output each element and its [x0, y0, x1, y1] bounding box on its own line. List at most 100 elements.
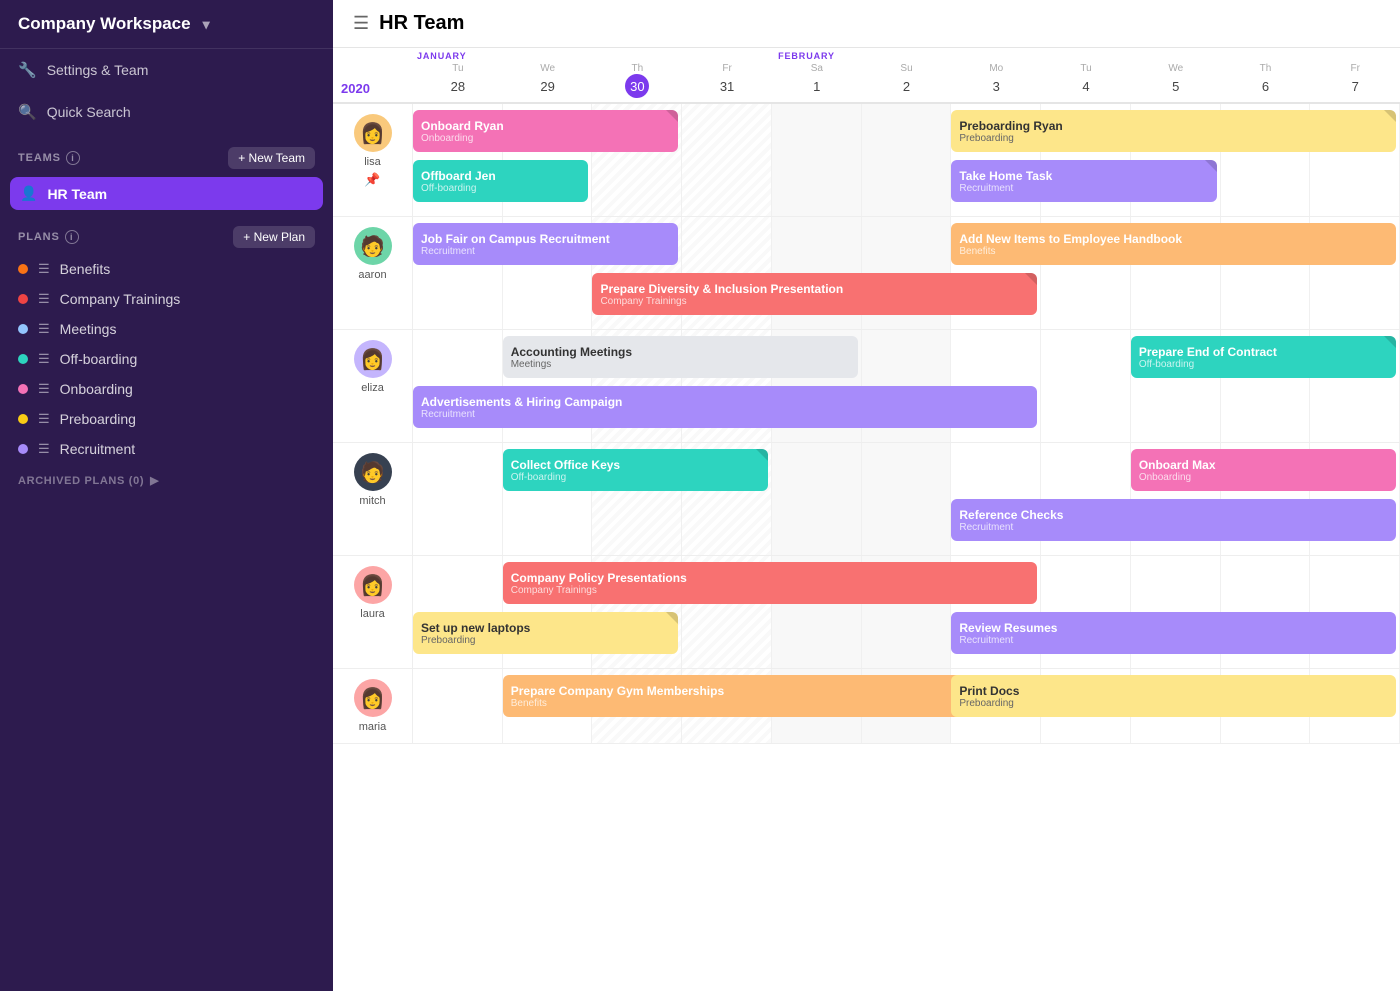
search-icon: 🔍: [18, 103, 37, 121]
task-bar-prepare-end-of-contract[interactable]: Prepare End of Contract Off-boarding: [1131, 336, 1396, 378]
hr-team-item[interactable]: 👤 HR Team: [10, 177, 323, 210]
corner-marker: [666, 110, 678, 122]
task-bar-onboard-max[interactable]: Onboard Max Onboarding: [1131, 449, 1396, 491]
teams-info-icon[interactable]: i: [66, 151, 80, 165]
task-title: Prepare Diversity & Inclusion Presentati…: [600, 282, 1029, 296]
main-header: ☰ HR Team: [333, 0, 1400, 48]
person-row-laura: 👩 laura Company Policy Presentations Com…: [333, 556, 1400, 669]
chevron-right-icon: ▶: [150, 474, 159, 487]
task-bar-offboard-jen[interactable]: Offboard Jen Off-boarding: [413, 160, 588, 202]
day-num: 6: [1253, 74, 1277, 98]
task-bar-reference-checks[interactable]: Reference Checks Recruitment: [951, 499, 1396, 541]
task-bar-add-new-items-to-employee-hand[interactable]: Add New Items to Employee Handbook Benef…: [951, 223, 1396, 265]
task-bar-job-fair-on-campus-recruitment[interactable]: Job Fair on Campus Recruitment Recruitme…: [413, 223, 678, 265]
person-name-mitch: mitch: [359, 495, 385, 507]
new-plan-button[interactable]: + New Plan: [233, 226, 315, 248]
plan-item-recruitment[interactable]: ☰ Recruitment: [0, 434, 333, 464]
task-plan: Company Trainings: [600, 296, 1029, 307]
task-plan: Recruitment: [959, 183, 1208, 194]
day-cell-2: Th 30: [592, 61, 682, 102]
settings-icon: 🔧: [18, 61, 37, 79]
day-cell-6: Mo 3: [951, 61, 1041, 102]
quick-search-label: Quick Search: [47, 104, 131, 120]
person-name-aaron: aaron: [358, 269, 386, 281]
plans-list: ☰ Benefits ☰ Company Trainings ☰ Meeting…: [0, 254, 333, 464]
person-name-laura: laura: [360, 608, 384, 620]
task-bar-print-docs[interactable]: Print Docs Preboarding: [951, 675, 1396, 717]
task-plan: Recruitment: [421, 409, 1029, 420]
main-content: ☰ HR Team 2020 JANUARYFEBRUARY Tu 28 We …: [333, 0, 1400, 991]
chevron-down-icon: ▾: [203, 16, 210, 33]
task-title: Prepare End of Contract: [1139, 345, 1388, 359]
plan-name: Company Trainings: [60, 291, 181, 307]
new-team-button[interactable]: + New Team: [228, 147, 315, 169]
pin-icon: 📌: [364, 172, 380, 188]
plan-icon: ☰: [38, 351, 50, 367]
day-cell-8: We 5: [1131, 61, 1221, 102]
day-name: We: [1133, 63, 1219, 74]
archived-plans-item[interactable]: ARCHIVED PLANS (0) ▶: [0, 464, 333, 497]
task-bar-preboarding-ryan[interactable]: Preboarding Ryan Preboarding: [951, 110, 1396, 152]
plan-icon: ☰: [38, 381, 50, 397]
plan-item-onboarding[interactable]: ☰ Onboarding: [0, 374, 333, 404]
task-bar-take-home-task[interactable]: Take Home Task Recruitment: [951, 160, 1216, 202]
workspace-header[interactable]: Company Workspace ▾: [0, 0, 333, 49]
task-bar-company-policy-presentations[interactable]: Company Policy Presentations Company Tra…: [503, 562, 1037, 604]
corner-marker: [1205, 160, 1217, 172]
overlay-aaron: Job Fair on Campus Recruitment Recruitme…: [413, 217, 1400, 329]
task-plan: Preboarding: [959, 133, 1388, 144]
plan-name: Meetings: [60, 321, 117, 337]
task-plan: Company Trainings: [511, 585, 1029, 596]
task-title: Advertisements & Hiring Campaign: [421, 395, 1029, 409]
plan-item-preboarding[interactable]: ☰ Preboarding: [0, 404, 333, 434]
menu-icon[interactable]: ☰: [353, 13, 369, 34]
plan-item-benefits[interactable]: ☰ Benefits: [0, 254, 333, 284]
calendar-wrapper[interactable]: 2020 JANUARYFEBRUARY Tu 28 We 29 Th 30 F…: [333, 48, 1400, 991]
plans-label: PLANS: [18, 231, 60, 243]
day-num: 2: [895, 74, 919, 98]
plan-item-company-trainings[interactable]: ☰ Company Trainings: [0, 284, 333, 314]
task-bar-set-up-new-laptops[interactable]: Set up new laptops Preboarding: [413, 612, 678, 654]
plan-dot: [18, 324, 28, 334]
task-bar-prepare-diversity-&-inclusion-[interactable]: Prepare Diversity & Inclusion Presentati…: [592, 273, 1037, 315]
task-bar-review-resumes[interactable]: Review Resumes Recruitment: [951, 612, 1396, 654]
day-num: 3: [984, 74, 1008, 98]
task-title: Offboard Jen: [421, 169, 580, 183]
task-title: Print Docs: [959, 684, 1388, 698]
settings-team-item[interactable]: 🔧 Settings & Team: [0, 49, 333, 91]
plan-item-offboarding[interactable]: ☰ Off-boarding: [0, 344, 333, 374]
task-bar-accounting-meetings[interactable]: Accounting Meetings Meetings: [503, 336, 858, 378]
task-plan: Off-boarding: [421, 183, 580, 194]
tasks-col-mitch: Collect Office Keys Off-boarding Onboard…: [413, 443, 1400, 555]
overlay-eliza: Accounting Meetings Meetings Prepare End…: [413, 330, 1400, 442]
overlay-maria: Prepare Company Gym Memberships Benefits…: [413, 669, 1400, 743]
task-title: Accounting Meetings: [511, 345, 850, 359]
overlay-mitch: Collect Office Keys Off-boarding Onboard…: [413, 443, 1400, 555]
avatar-mitch: 🧑: [354, 453, 392, 491]
plan-icon: ☰: [38, 261, 50, 277]
plan-name: Recruitment: [60, 441, 135, 457]
corner-marker: [666, 612, 678, 624]
task-plan: Off-boarding: [1139, 359, 1388, 370]
quick-search-item[interactable]: 🔍 Quick Search: [0, 91, 333, 133]
task-bar-collect-office-keys[interactable]: Collect Office Keys Off-boarding: [503, 449, 768, 491]
person-name-maria: maria: [359, 721, 387, 733]
plan-dot: [18, 264, 28, 274]
task-title: Add New Items to Employee Handbook: [959, 232, 1388, 246]
task-title: Preboarding Ryan: [959, 119, 1388, 133]
page-title: HR Team: [379, 12, 464, 35]
day-cell-7: Tu 4: [1041, 61, 1131, 102]
task-plan: Onboarding: [421, 133, 670, 144]
task-bar-onboard-ryan[interactable]: Onboard Ryan Onboarding: [413, 110, 678, 152]
plans-info-icon[interactable]: i: [65, 230, 79, 244]
plan-dot: [18, 384, 28, 394]
calendar-body: 👩 lisa 📌 Onboard Ryan Onboarding Preboar…: [333, 104, 1400, 744]
day-name: Su: [864, 63, 950, 74]
day-name: Mo: [953, 63, 1039, 74]
day-num: 30: [625, 74, 649, 98]
person-row-aaron: 🧑 aaron Job Fair on Campus Recruitment R…: [333, 217, 1400, 330]
plan-item-meetings[interactable]: ☰ Meetings: [0, 314, 333, 344]
task-bar-advertisements-&-hiring-campai[interactable]: Advertisements & Hiring Campaign Recruit…: [413, 386, 1037, 428]
task-plan: Preboarding: [421, 635, 670, 646]
avatar-col-maria: 👩 maria: [333, 669, 413, 743]
